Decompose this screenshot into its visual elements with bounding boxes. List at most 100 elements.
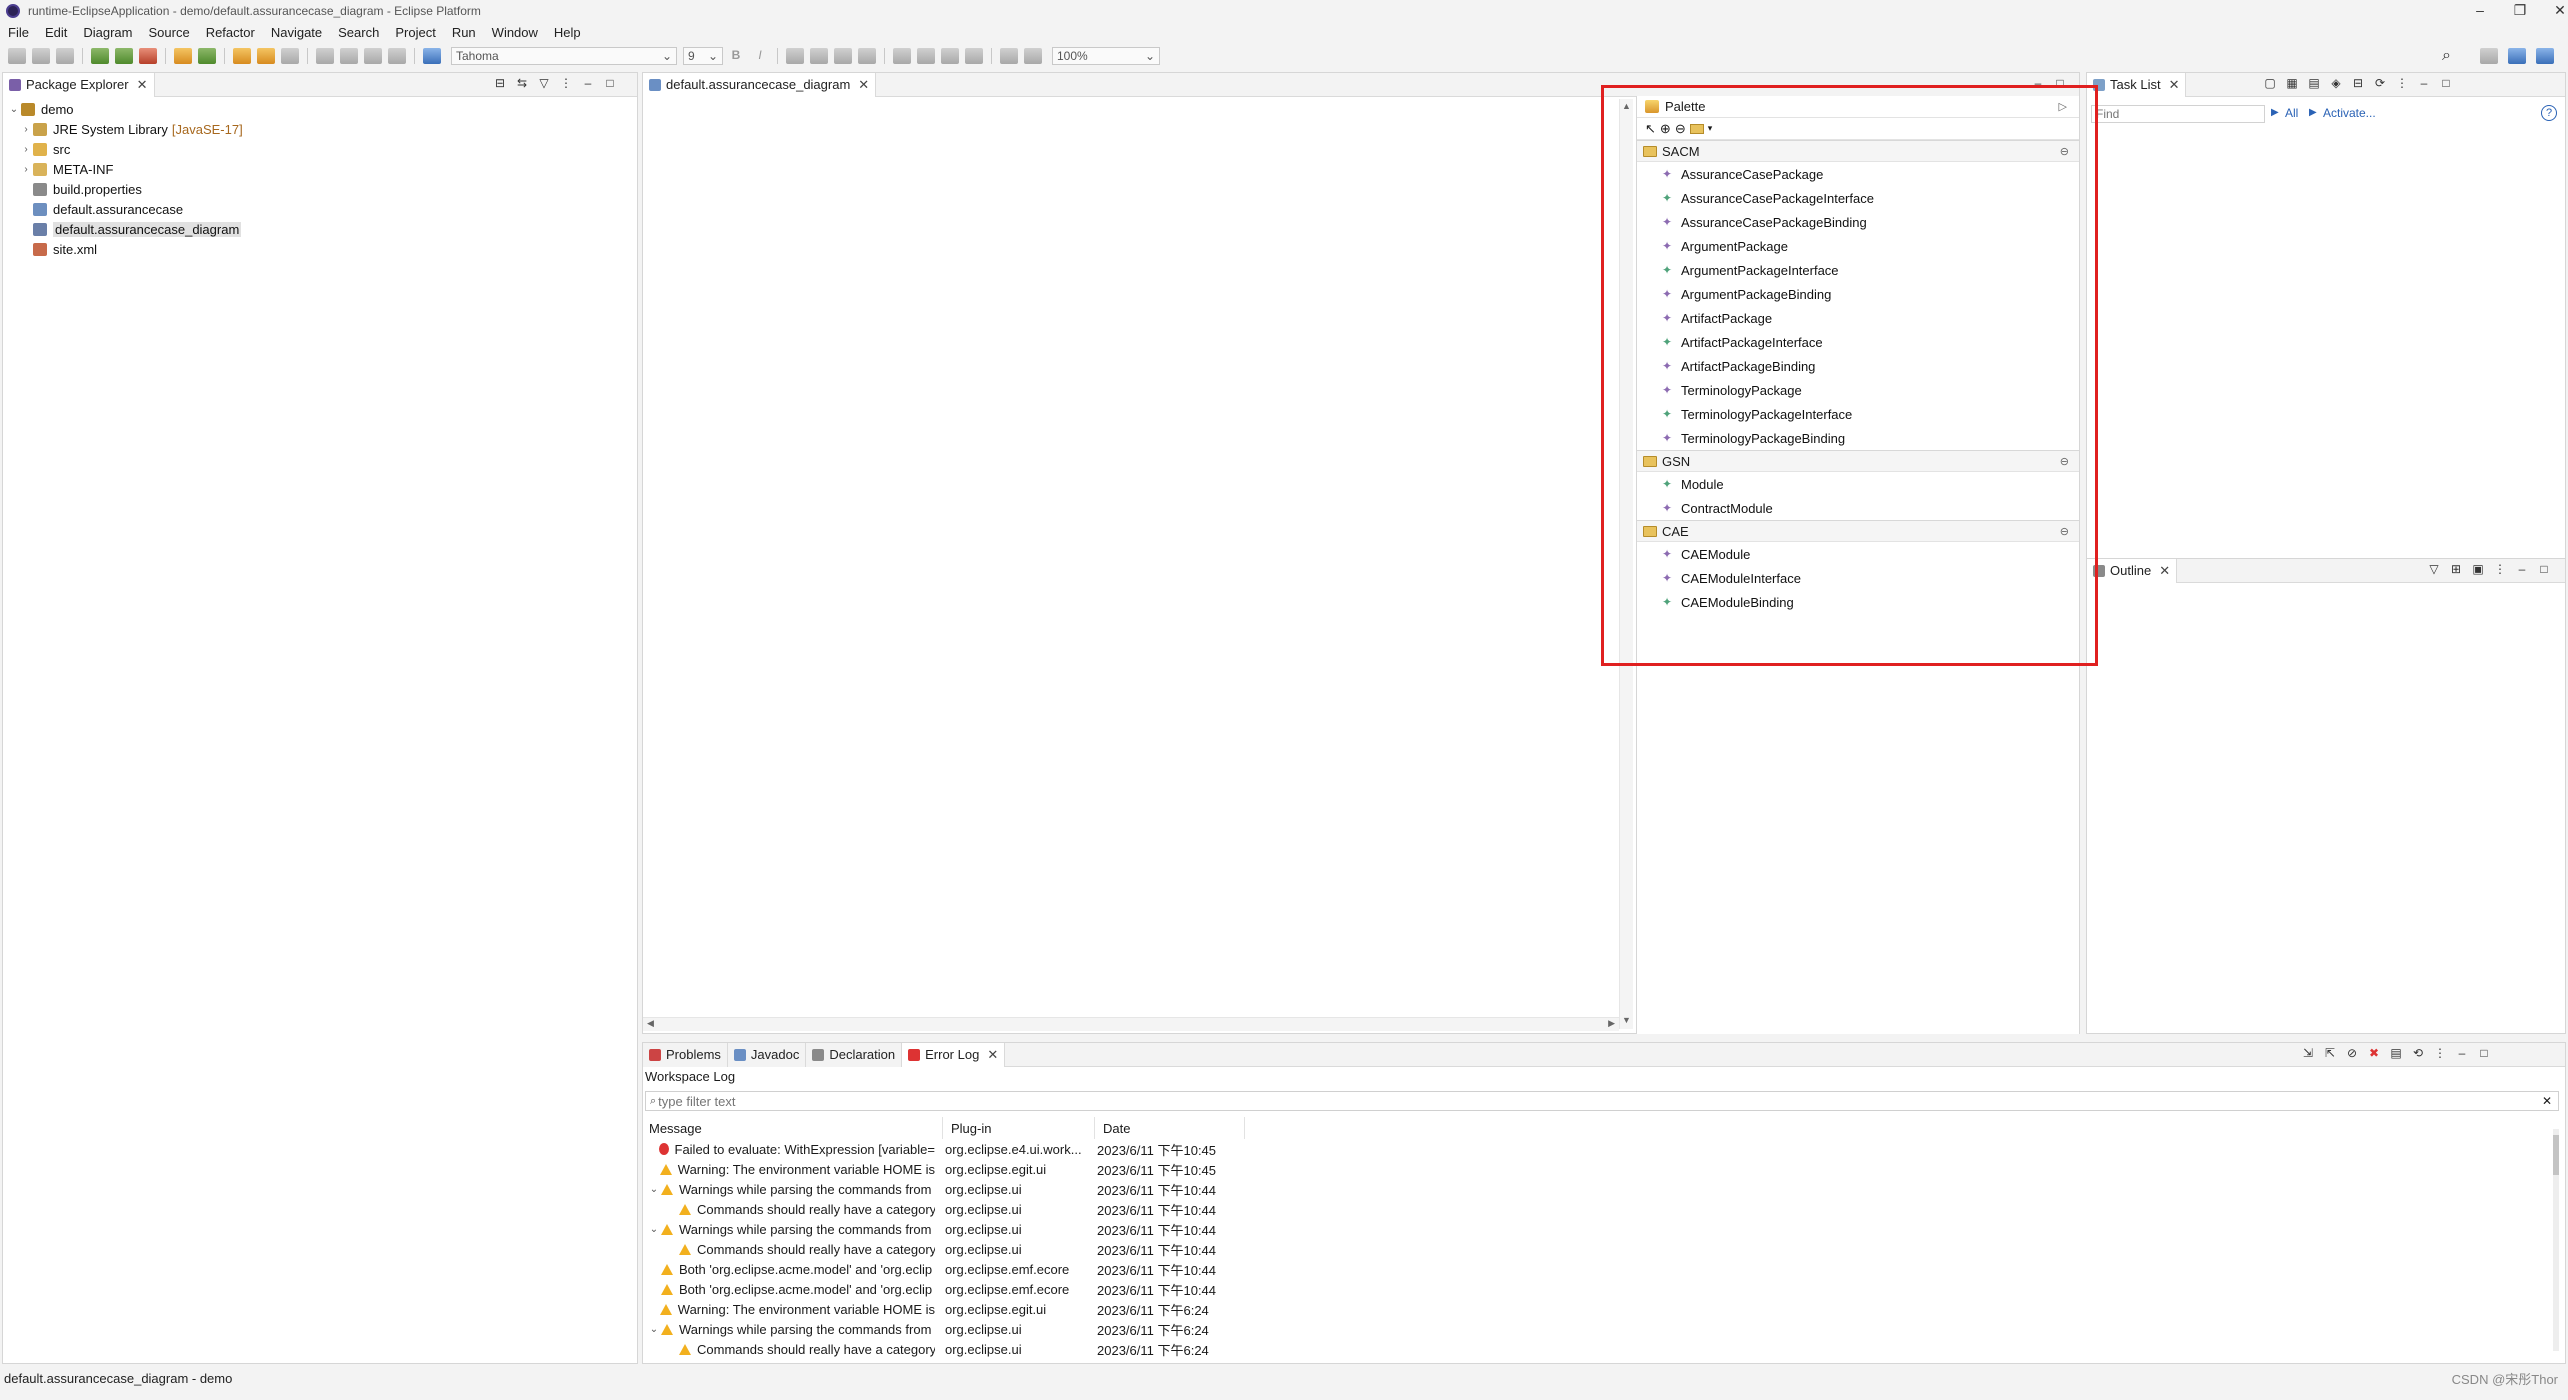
minimize-view-icon[interactable]: – [2455, 1047, 2469, 1061]
debug-icon[interactable] [91, 48, 109, 64]
tree-item[interactable]: › META-INF [3, 159, 637, 179]
select-all-icon[interactable] [893, 48, 911, 64]
minimize-view-icon[interactable]: – [2515, 563, 2529, 577]
new-java-project-icon[interactable] [174, 48, 192, 64]
table-row[interactable]: Warning: The environment variable HOME i… [643, 1159, 2243, 1179]
horizontal-scrollbar[interactable]: ◀ ▶ [643, 1017, 1619, 1031]
table-row[interactable]: Commands should really have a category: o… [643, 1199, 2243, 1219]
diagram-canvas[interactable] [643, 99, 1619, 1005]
bold-icon[interactable]: B [727, 48, 745, 64]
grid-icon[interactable] [1024, 48, 1042, 64]
close-icon[interactable]: ✕ [2169, 77, 2180, 93]
chevron-down-icon[interactable]: ⌄ [7, 104, 21, 115]
restore-log-icon[interactable]: ⟲ [2411, 1047, 2425, 1061]
menu-help[interactable]: Help [546, 25, 589, 40]
tree-item[interactable]: build.properties [3, 179, 637, 199]
column-header-date[interactable]: Date [1097, 1117, 1245, 1139]
palette-tool-item[interactable]: ✦ ArtifactPackage [1637, 306, 2079, 330]
palette-tool-item[interactable]: ✦ ArgumentPackage [1637, 234, 2079, 258]
palette-drawer-sacm[interactable]: SACM ⊖ [1637, 140, 2079, 162]
perspective-plugin-icon[interactable] [2536, 48, 2554, 64]
palette-tool-item[interactable]: ✦ CAEModuleInterface [1637, 566, 2079, 590]
chevron-right-icon[interactable]: › [19, 124, 33, 135]
link-editor-icon[interactable]: ⇆ [515, 77, 529, 91]
back-icon[interactable] [364, 48, 382, 64]
menu-source[interactable]: Source [140, 25, 197, 40]
log-scrollbar[interactable] [2553, 1129, 2559, 1351]
tab-diagram-editor[interactable]: default.assurancecase_diagram ✕ [643, 72, 877, 97]
zoom-in-tool-icon[interactable]: ⊕ [1660, 121, 1671, 137]
menu-window[interactable]: Window [484, 25, 546, 40]
tab-package-explorer[interactable]: Package Explorer ✕ [3, 72, 155, 97]
search-icon[interactable]: ⌕ [2442, 47, 2451, 65]
tab-problems[interactable]: Problems [643, 1042, 728, 1067]
table-row[interactable]: Both 'org.eclipse.acme.model' and 'org.e… [643, 1279, 2243, 1299]
menu-edit[interactable]: Edit [37, 25, 75, 40]
tree-item[interactable]: › JRE System Library [JavaSE-17] [3, 119, 637, 139]
chevron-right-icon[interactable]: › [19, 164, 33, 175]
maximize-view-icon[interactable]: □ [2477, 1047, 2491, 1061]
filter-input[interactable] [658, 1093, 2359, 1109]
maximize-view-icon[interactable]: □ [2053, 77, 2067, 91]
table-row[interactable]: ⌄ Warnings while parsing the commands fro… [643, 1179, 2243, 1199]
maximize-view-icon[interactable]: □ [603, 77, 617, 91]
focus-icon[interactable]: ◈ [2329, 77, 2343, 91]
menu-search[interactable]: Search [330, 25, 387, 40]
zoom-combo[interactable]: 100% ⌄ [1052, 47, 1160, 65]
align-icon[interactable] [941, 48, 959, 64]
open-type-icon[interactable] [233, 48, 251, 64]
view-menu-icon[interactable]: ⋮ [559, 77, 573, 91]
palette-tool-item[interactable]: ✦ ContractModule [1637, 496, 2079, 520]
menu-run[interactable]: Run [444, 25, 484, 40]
palette-tool-item[interactable]: ✦ ArgumentPackageInterface [1637, 258, 2079, 282]
palette-tool-item[interactable]: ✦ AssuranceCasePackageInterface [1637, 186, 2079, 210]
outline-tree-icon[interactable]: ⊞ [2449, 563, 2463, 577]
tab-task-list[interactable]: Task List ✕ [2087, 72, 2187, 97]
minimize-view-icon[interactable]: – [2031, 77, 2045, 91]
tab-declaration[interactable]: Declaration [806, 1042, 903, 1067]
collapse-all-icon[interactable]: ⊟ [493, 77, 507, 91]
arrange-icon[interactable] [917, 48, 935, 64]
new-task-icon[interactable]: ▢ [2263, 77, 2277, 91]
tree-item[interactable]: › src [3, 139, 637, 159]
menu-navigate[interactable]: Navigate [263, 25, 330, 40]
last-edit-icon[interactable] [340, 48, 358, 64]
menu-project[interactable]: Project [387, 25, 443, 40]
palette-tool-item[interactable]: ✦ TerminologyPackageInterface [1637, 402, 2079, 426]
sync-icon[interactable]: ⟳ [2373, 77, 2387, 91]
chevron-down-icon[interactable]: ▾ [1708, 123, 1713, 134]
categorized-icon[interactable]: ▦ [2285, 77, 2299, 91]
palette-tool-item[interactable]: ✦ AssuranceCasePackage [1637, 162, 2079, 186]
open-log-icon[interactable]: ▤ [2389, 1047, 2403, 1061]
activate-link[interactable]: Activate... [2323, 106, 2376, 120]
forward-icon[interactable] [388, 48, 406, 64]
maximize-view-icon[interactable]: □ [2537, 563, 2551, 577]
close-window-icon[interactable]: ✕ [2540, 0, 2568, 22]
save-icon[interactable] [32, 48, 50, 64]
clear-log-icon[interactable]: ⊘ [2345, 1047, 2359, 1061]
column-header-plug-in[interactable]: Plug-in [945, 1117, 1095, 1139]
external-tools-icon[interactable] [139, 48, 157, 64]
minimize-icon[interactable]: – [2460, 0, 2500, 22]
table-row[interactable]: ⌄ Warnings while parsing the commands fro… [643, 1319, 2243, 1339]
new-icon[interactable] [8, 48, 26, 64]
minimize-view-icon[interactable]: – [581, 77, 595, 91]
tree-item[interactable]: default.assurancecase_diagram [3, 219, 637, 239]
font-name-combo[interactable]: Tahoma ⌄ [451, 47, 677, 65]
close-icon[interactable]: ✕ [137, 77, 148, 93]
chevron-down-icon[interactable]: ⌄ [647, 1184, 661, 1195]
palette-drawer-gsn[interactable]: GSN ⊖ [1637, 450, 2079, 472]
fill-color-icon[interactable] [810, 48, 828, 64]
close-icon[interactable]: ✕ [2159, 563, 2170, 579]
table-row[interactable]: Both 'org.eclipse.acme.model' and 'org.e… [643, 1259, 2243, 1279]
outline-filter-icon[interactable]: ▽ [2427, 563, 2441, 577]
help-icon[interactable]: ? [2541, 105, 2557, 121]
close-icon[interactable]: ✕ [858, 77, 869, 93]
vertical-scrollbar[interactable]: ▲ ▼ [1619, 99, 1633, 1029]
column-header-message[interactable]: Message [643, 1117, 943, 1139]
note-tool-icon[interactable] [1689, 123, 1704, 134]
pin-icon[interactable]: ⊖ [2060, 145, 2069, 158]
route-icon[interactable] [965, 48, 983, 64]
save-all-icon[interactable] [56, 48, 74, 64]
pin-icon[interactable]: ⊖ [2060, 455, 2069, 468]
